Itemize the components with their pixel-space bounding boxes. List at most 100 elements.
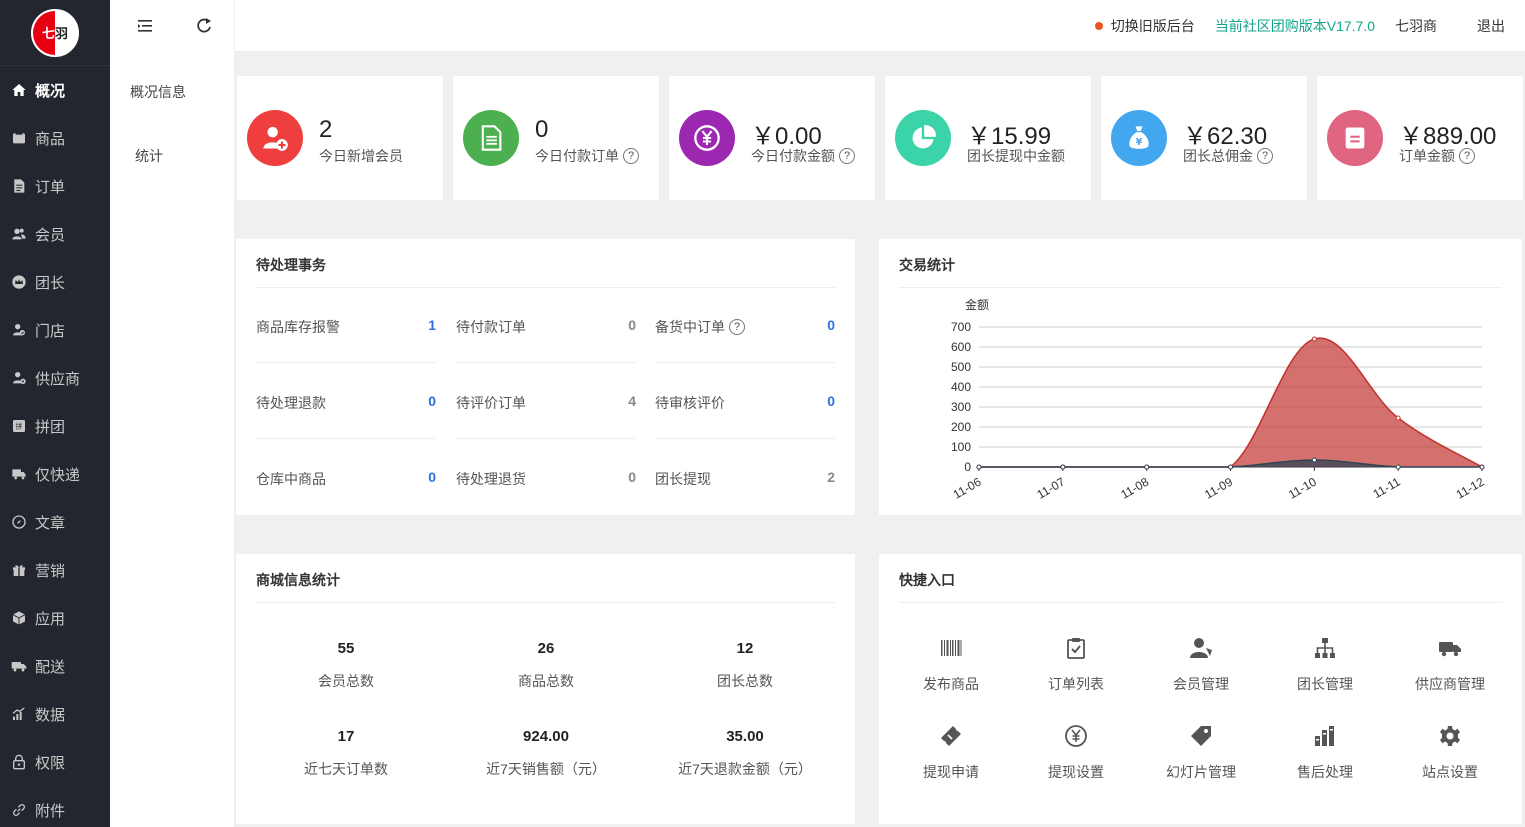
pending-task-item[interactable]: 商品库存报警 1 (256, 287, 436, 363)
mall-info-label: 会员总数 (318, 673, 374, 689)
subnav-item-statistics[interactable]: 统计 (135, 146, 163, 166)
quick-entry-item[interactable]: 站点设置 (1400, 724, 1500, 782)
sidebar-item-0[interactable]: 概况 (0, 66, 110, 114)
sidebar-item-label: 概况 (35, 82, 66, 100)
pending-task-label-text: 团长提现 (655, 471, 711, 487)
sidebar-item-4[interactable]: 团长 (0, 258, 110, 306)
truck-icon (10, 658, 28, 674)
quick-entry-item[interactable]: 提现申请 (901, 724, 1001, 782)
sidebar-item-9[interactable]: 文章 (0, 498, 110, 546)
subnav-item-overview[interactable]: 概况信息 (130, 82, 186, 102)
chart-xtick-label: 11-06 (951, 475, 984, 502)
pending-task-count: 4 (628, 393, 636, 409)
refresh-icon[interactable] (194, 16, 214, 36)
chart-ytick-label: 700 (951, 320, 971, 334)
quick-entry-item[interactable]: 售后处理 (1275, 724, 1375, 782)
menu-toggle-icon[interactable] (135, 16, 155, 36)
stat-label-text: 订单金额 (1399, 148, 1455, 164)
delivery-icon (10, 466, 28, 482)
bars-icon (1275, 724, 1375, 750)
sidebar-item-label: 数据 (35, 706, 66, 724)
chart-point (1395, 464, 1401, 470)
pending-task-label: 待评价订单 (456, 393, 526, 413)
chart-xtick-label: 11-09 (1202, 475, 1235, 502)
user-name[interactable]: 七羽商 (1395, 16, 1437, 36)
stat-card: 0 今日付款订单? (453, 76, 659, 200)
chart-ytick-label: 100 (951, 440, 971, 454)
chart-ytick-label: 400 (951, 380, 971, 394)
pie-icon (895, 110, 951, 166)
mall-info-value: 26 (537, 640, 555, 657)
quick-entry-label: 提现设置 (1048, 764, 1104, 780)
chart-point (1311, 336, 1317, 342)
mall-info-value: 55 (337, 640, 355, 657)
sidebar-item-8[interactable]: 仅快递 (0, 450, 110, 498)
quick-entry-item[interactable]: 发布商品 (901, 636, 1001, 694)
switch-old-admin-link[interactable]: 切换旧版后台 (1111, 16, 1195, 36)
quick-entry-item[interactable]: 幻灯片管理 (1151, 724, 1251, 782)
mall-info-value: 35.00 (726, 728, 764, 745)
sidebar-item-7[interactable]: 拼 拼团 (0, 402, 110, 450)
trade-stats-panel: 交易统计 金额 0 100 200 300 400 500 600 700 11-06 11-07 1… (879, 239, 1522, 515)
gift-icon (10, 562, 28, 578)
pending-task-item[interactable]: 待处理退款 0 (256, 363, 436, 439)
pending-task-item[interactable]: 待处理退货 0 (456, 439, 636, 515)
quick-entry-item[interactable]: 供应商管理 (1400, 636, 1500, 694)
sidebar-item-13[interactable]: 数据 (0, 690, 110, 738)
pending-task-item[interactable]: 备货中订单? 0 (655, 287, 835, 363)
yen-circle-icon (1026, 724, 1126, 750)
sidebar-item-10[interactable]: 营销 (0, 546, 110, 594)
mall-info-title: 商城信息统计 (256, 572, 340, 588)
pending-task-count: 0 (827, 317, 835, 333)
logo[interactable]: 七羽 (31, 8, 79, 57)
money-bag-icon: ¥ (1111, 110, 1167, 166)
quick-entry-item[interactable]: 会员管理 (1151, 636, 1251, 694)
quick-entry-label: 售后处理 (1297, 764, 1353, 780)
help-icon[interactable]: ? (839, 148, 855, 164)
mall-info-panel: 商城信息统计 55 会员总数 26 商品总数 12 团长总数 17 近七天订单数 924.00 近… (236, 554, 855, 824)
pending-task-item[interactable]: 团长提现 2 (655, 439, 835, 515)
pending-tasks-title: 待处理事务 (256, 257, 326, 273)
pending-task-item[interactable]: 待评价订单 4 (456, 363, 636, 439)
document-icon (463, 110, 519, 166)
sidebar-item-label: 权限 (35, 754, 66, 772)
sidebar-item-6[interactable]: 供应商 (0, 354, 110, 402)
quick-entry-label: 订单列表 (1048, 676, 1104, 692)
sidebar-item-1[interactable]: 商品 (0, 114, 110, 162)
sidebar-item-14[interactable]: 权限 (0, 738, 110, 786)
pending-task-item[interactable]: 待审核评价 0 (655, 363, 835, 439)
sidebar-item-2[interactable]: 订单 (0, 162, 110, 210)
store-icon (10, 322, 28, 338)
pending-task-item[interactable]: 仓库中商品 0 (256, 439, 436, 515)
barcode-icon (901, 636, 1001, 662)
stat-label-text: 今日付款金额 (751, 148, 835, 164)
mall-info-label: 近七天订单数 (304, 761, 388, 777)
sidebar-item-label: 配送 (35, 658, 66, 676)
user-manage-icon (1151, 636, 1251, 662)
sidebar-item-15[interactable]: 附件 (0, 786, 110, 827)
help-icon[interactable]: ? (1459, 148, 1475, 164)
quick-entry-item[interactable]: 团长管理 (1275, 636, 1375, 694)
tag-icon (1151, 724, 1251, 750)
help-icon[interactable]: ? (1257, 148, 1273, 164)
chart-ytick-label: 0 (964, 460, 971, 474)
sidebar-item-11[interactable]: 应用 (0, 594, 110, 642)
sidebar-item-5[interactable]: 门店 (0, 306, 110, 354)
help-icon[interactable]: ? (623, 148, 639, 164)
compass-icon (10, 514, 28, 530)
sidebar-item-3[interactable]: 会员 (0, 210, 110, 258)
mall-info-label: 商品总数 (518, 673, 574, 689)
sidebar-item-12[interactable]: 配送 (0, 642, 110, 690)
quick-entry-item[interactable]: 订单列表 (1026, 636, 1126, 694)
help-icon[interactable]: ? (729, 319, 745, 335)
chart-ytick-label: 600 (951, 340, 971, 354)
logo-text-right: 羽 (55, 26, 69, 41)
sidebar-item-label: 拼团 (35, 418, 66, 436)
logo-text-left: 七 (41, 26, 55, 41)
pending-task-item[interactable]: 待付款订单 0 (456, 287, 636, 363)
sidebar-item-label: 商品 (35, 130, 66, 148)
quick-entry-item[interactable]: 提现设置 (1026, 724, 1126, 782)
receipt-icon (1327, 110, 1383, 166)
logout-link[interactable]: 退出 (1477, 16, 1505, 36)
crown-icon (10, 274, 28, 290)
